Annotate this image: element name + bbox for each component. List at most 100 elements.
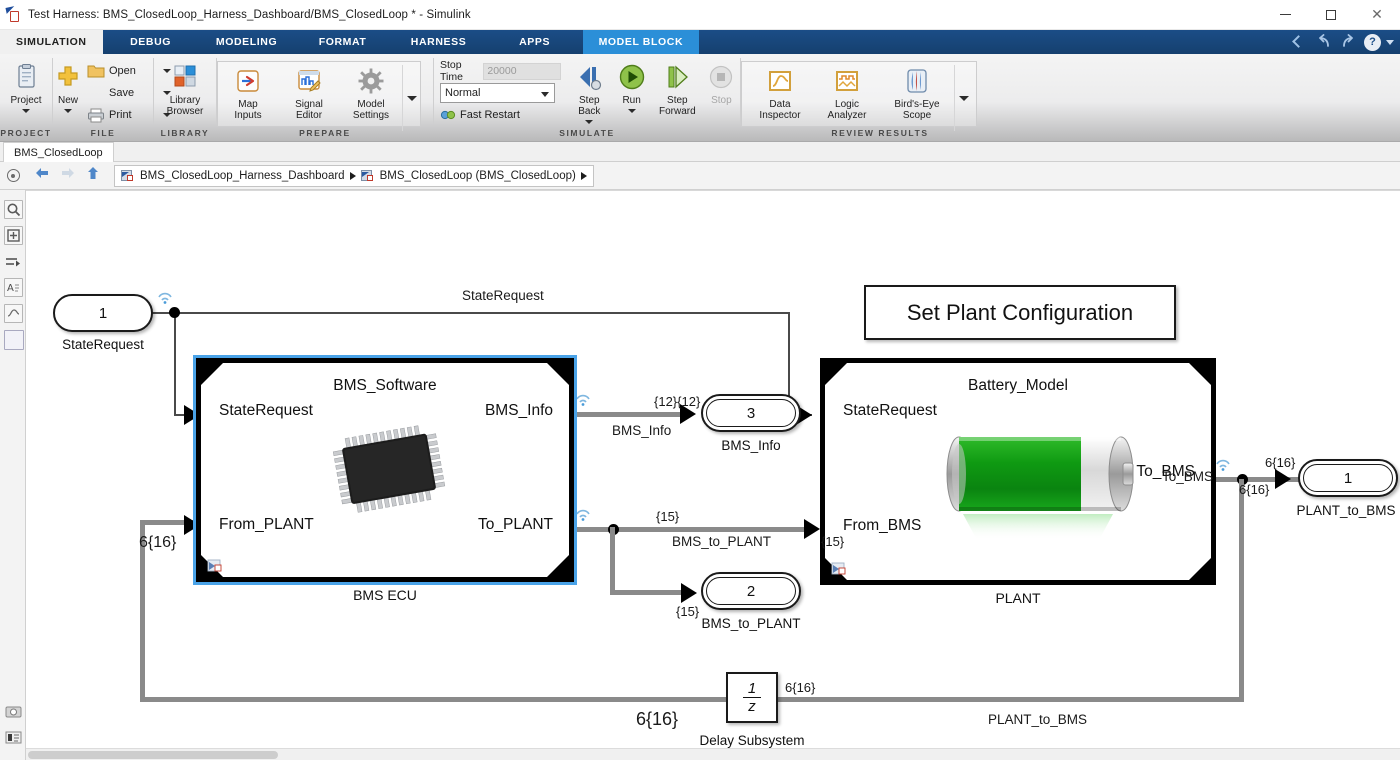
map-inputs-button[interactable]: Map Inputs	[218, 62, 278, 121]
model-tab-bms-closedloop[interactable]: BMS_ClosedLoop	[3, 142, 114, 162]
library-browser-button[interactable]: Library Browser	[154, 58, 216, 117]
stop-button[interactable]: Stop	[703, 58, 740, 106]
wire-bms-info[interactable]	[575, 412, 687, 417]
window-title: Test Harness: BMS_ClosedLoop_Harness_Das…	[28, 8, 471, 21]
open-folder-icon	[87, 63, 105, 79]
ribbon-tab-strip: SIMULATION DEBUG MODELING FORMAT HARNESS…	[0, 30, 1400, 54]
wire-bms-to-plant-branch-right[interactable]	[610, 590, 692, 595]
magnifier-icon	[7, 203, 21, 217]
breadcrumb-item-bms-closedloop[interactable]: BMS_ClosedLoop (BMS_ClosedLoop)	[360, 169, 576, 182]
group-label-project: PROJECT	[0, 128, 52, 138]
junction-statereq[interactable]	[169, 307, 180, 318]
signal-label-plant-to-bms[interactable]: PLANT_to_BMS	[988, 712, 1087, 727]
canvas-left-toolbar: A	[0, 190, 26, 760]
canvas-horizontal-scrollbar[interactable]	[26, 748, 1400, 760]
map-inputs-icon	[233, 66, 263, 96]
scrollbar-thumb[interactable]	[28, 751, 278, 759]
data-inspector-button[interactable]: Data Inspector	[746, 62, 814, 121]
block-plant[interactable]: Battery_Model StateRequest From_BMS To_B…	[820, 358, 1216, 585]
outport-bms-to-plant[interactable]: 2	[701, 572, 801, 610]
minimize-button[interactable]	[1262, 0, 1308, 30]
block-bms-ecu-title: BMS_Software	[333, 377, 437, 394]
ribbon-groups: Project PROJECT New Open Save Print FILE…	[0, 54, 1019, 142]
zoom-tool[interactable]	[4, 200, 23, 219]
block-delay-subsystem[interactable]: 1 z	[726, 672, 778, 723]
back-arrow-icon[interactable]	[34, 166, 50, 185]
breadcrumb-item-label: BMS_ClosedLoop (BMS_ClosedLoop)	[379, 169, 576, 182]
collapse-ribbon-button[interactable]	[1288, 33, 1310, 51]
review-button-container: Data Inspector Logic Analyzer Bird's-Eye…	[741, 61, 977, 131]
tab-modeling[interactable]: MODELING	[199, 30, 295, 54]
camera-icon	[5, 706, 22, 718]
outport-number: 1	[1343, 469, 1353, 487]
project-dropdown-caret[interactable]	[22, 109, 30, 113]
library-browser-icon	[170, 62, 200, 92]
step-forward-button[interactable]: Step Forward	[652, 58, 703, 117]
fast-restart-toggle[interactable]: Fast Restart	[440, 106, 561, 124]
review-more-button[interactable]	[954, 65, 972, 131]
help-dropdown-caret[interactable]	[1386, 39, 1394, 45]
run-dropdown-caret[interactable]	[627, 109, 636, 113]
wire-statereq-branch-down[interactable]	[174, 312, 176, 415]
wire-feedback-bottom-left[interactable]	[140, 697, 728, 702]
wire-statereq-top[interactable]	[174, 312, 790, 314]
view-icon[interactable]	[0, 169, 26, 182]
tab-debug[interactable]: DEBUG	[103, 30, 199, 54]
signal-label-bms-info[interactable]: BMS_Info	[612, 423, 671, 438]
outport-plant-to-bms[interactable]: 1	[1298, 459, 1398, 497]
new-dropdown-caret[interactable]	[64, 109, 72, 113]
help-button[interactable]: ?	[1364, 33, 1381, 51]
fit-to-view-tool[interactable]	[4, 226, 23, 245]
maximize-button[interactable]	[1308, 0, 1354, 30]
tab-apps[interactable]: APPS	[487, 30, 583, 54]
project-button[interactable]: Project	[0, 58, 52, 113]
add-scope-tool[interactable]	[4, 304, 23, 323]
prepare-more-button[interactable]	[402, 65, 420, 131]
birds-eye-scope-icon	[902, 66, 932, 96]
fast-restart-label: Fast Restart	[460, 109, 520, 121]
annotation-icon: A	[7, 283, 19, 294]
add-annotation-tool[interactable]: A	[4, 278, 23, 297]
step-back-dropdown-caret[interactable]	[585, 120, 594, 124]
signal-label-bms-to-plant[interactable]: BMS_to_PLANT	[672, 534, 771, 549]
undo-icon[interactable]	[1312, 32, 1336, 52]
add-signal-tool[interactable]	[4, 252, 23, 271]
up-arrow-icon[interactable]	[86, 166, 100, 185]
wire-feedback-bottom-right[interactable]	[766, 697, 1244, 702]
block-bms-ecu[interactable]: BMS_Software StateRequest From_PLANT BMS…	[193, 355, 577, 585]
close-button[interactable]: ✕	[1354, 0, 1400, 30]
add-area-tool[interactable]	[4, 330, 24, 350]
tab-model-block[interactable]: MODEL BLOCK	[582, 30, 700, 54]
annotation-set-plant-configuration[interactable]: Set Plant Configuration	[864, 285, 1176, 340]
tab-simulation[interactable]: SIMULATION	[0, 30, 103, 54]
outport-bms-info[interactable]: 3	[701, 394, 801, 432]
tab-format[interactable]: FORMAT	[295, 30, 391, 54]
wire-feedback-right-down[interactable]	[1239, 479, 1244, 702]
model-canvas[interactable]: 1 StateRequest BMS_Software StateRequest…	[26, 190, 1400, 748]
stop-time-input[interactable]: 20000	[483, 62, 562, 80]
simulate-settings-column: Stop Time 20000 Normal Fast Restart	[434, 58, 567, 124]
birds-eye-scope-button[interactable]: Bird's-Eye Scope	[880, 62, 954, 121]
new-button[interactable]: New	[53, 58, 83, 113]
signal-label-statereq[interactable]: StateRequest	[462, 288, 544, 303]
camera-tool[interactable]	[4, 702, 23, 721]
simulation-mode-select[interactable]: Normal	[440, 83, 555, 103]
tab-harness[interactable]: HARNESS	[391, 30, 487, 54]
signal-editor-button[interactable]: Signal Editor	[278, 62, 340, 121]
step-back-button[interactable]: Step Back	[567, 58, 611, 124]
step-back-icon	[574, 62, 604, 92]
inport-statereq[interactable]: 1	[53, 294, 153, 332]
title-bar: Test Harness: BMS_ClosedLoop_Harness_Das…	[0, 0, 1400, 30]
outport-number: 3	[746, 404, 756, 422]
legend-tool[interactable]	[4, 728, 23, 747]
wireless-signal-icon	[574, 507, 592, 521]
run-button[interactable]: Run	[611, 58, 652, 113]
simulink-harness-icon	[5, 5, 22, 23]
redo-icon[interactable]	[1336, 32, 1360, 52]
wire-bms-to-plant-branch-down[interactable]	[610, 527, 615, 595]
simulink-window: Test Harness: BMS_ClosedLoop_Harness_Das…	[0, 0, 1400, 760]
model-settings-button[interactable]: Model Settings	[340, 62, 402, 121]
breadcrumb-item-harness-dashboard[interactable]: BMS_ClosedLoop_Harness_Dashboard	[121, 169, 345, 182]
step-forward-label: Step Forward	[659, 95, 696, 117]
logic-analyzer-button[interactable]: Logic Analyzer	[814, 62, 880, 121]
